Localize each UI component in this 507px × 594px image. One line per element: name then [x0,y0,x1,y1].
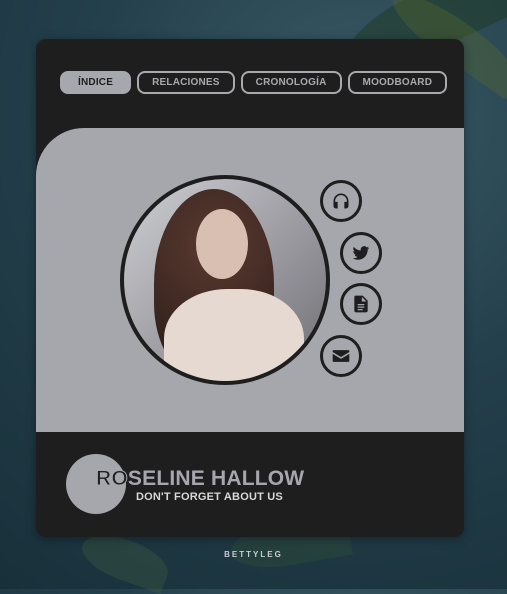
document-icon [354,295,368,313]
avatar [120,175,330,385]
tab-bar: Índice Relaciones Cronología Moodboard [60,71,448,94]
profile-tagline: DON'T FORGET ABOUT US [136,491,283,503]
profile-name: ROSELINE HALLOW [96,467,305,491]
footer-credit: BETTYLEG [224,550,283,559]
tab-cronologia[interactable]: Cronología [240,71,342,94]
twitter-button[interactable] [340,232,382,274]
headphones-button[interactable] [320,180,362,222]
headphones-icon [333,193,349,209]
envelope-icon [332,350,350,362]
document-button[interactable] [340,283,382,325]
tab-moodboard[interactable]: Moodboard [347,71,448,94]
tab-relaciones[interactable]: Relaciones [137,71,235,94]
mail-button[interactable] [320,335,362,377]
tab-indice[interactable]: Índice [60,71,132,94]
twitter-icon [352,246,370,260]
